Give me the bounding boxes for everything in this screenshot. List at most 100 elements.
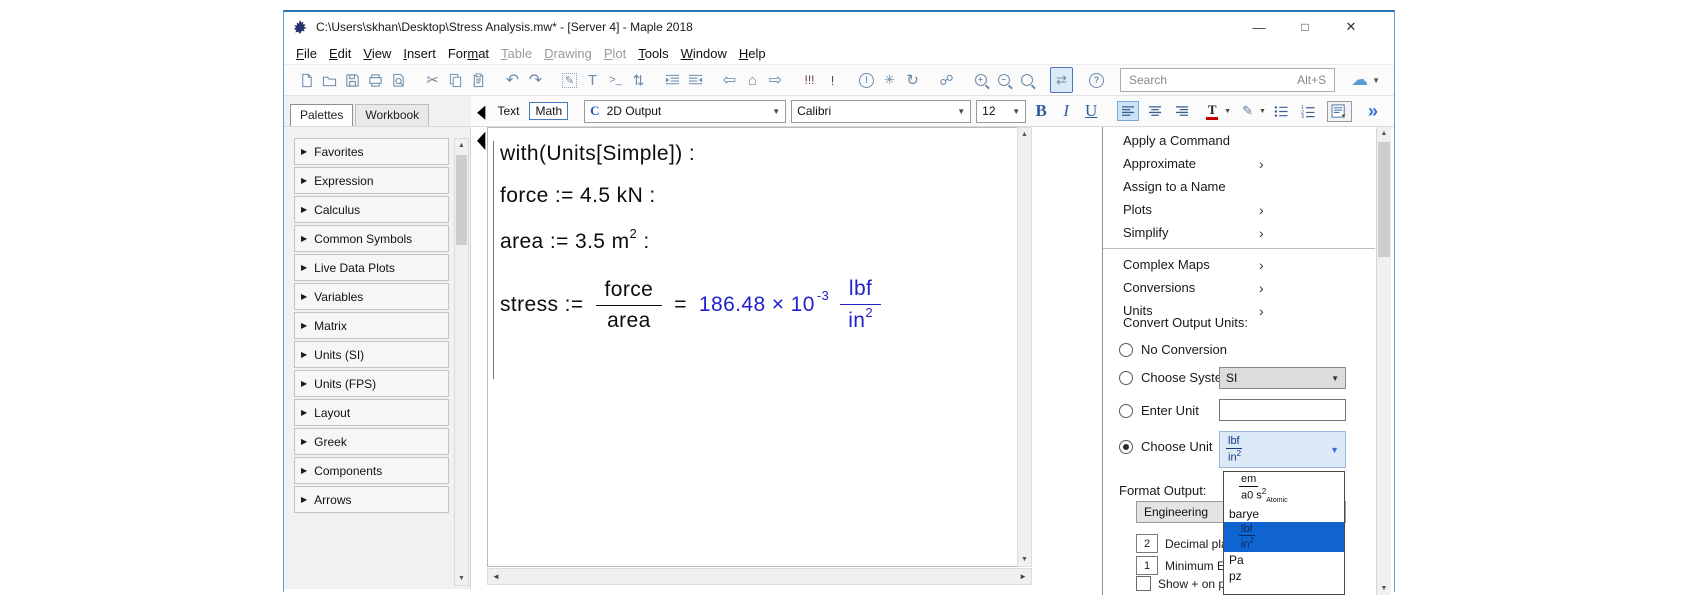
- math-line-force[interactable]: force := 4.5 kN :: [500, 184, 656, 208]
- font-size-combo[interactable]: 12 ▼: [976, 100, 1026, 123]
- interrupt-icon[interactable]: !: [856, 68, 877, 92]
- tab-workbook[interactable]: Workbook: [355, 104, 429, 126]
- scroll-down-icon[interactable]: ▼: [1018, 556, 1031, 563]
- palette-calculus[interactable]: ▶Calculus: [294, 196, 449, 223]
- collapse-palette-icon[interactable]: ◀: [477, 100, 485, 122]
- context-apply-a-command[interactable]: Apply a Command: [1103, 129, 1375, 152]
- scroll-up-icon[interactable]: ▲: [1018, 131, 1031, 138]
- restart-icon[interactable]: ↻: [902, 68, 923, 92]
- math-line-area[interactable]: area := 3.5 m2 :: [500, 228, 650, 254]
- radio-icon[interactable]: [1119, 404, 1133, 418]
- menu-format[interactable]: Format: [442, 44, 495, 63]
- radio-choose-unit[interactable]: Choose Unit: [1119, 439, 1213, 454]
- worksheet[interactable]: with(Units[Simple]) : force := 4.5 kN : …: [487, 127, 1017, 567]
- expand-panel-chevron[interactable]: »: [1368, 101, 1376, 122]
- scroll-right-icon[interactable]: ►: [1019, 572, 1027, 581]
- math-mode-button[interactable]: Math: [529, 102, 568, 120]
- math-line-with-units[interactable]: with(Units[Simple]) :: [500, 142, 695, 166]
- scroll-left-icon[interactable]: ◄: [492, 572, 500, 581]
- menu-window[interactable]: Window: [675, 44, 733, 63]
- unit-option-barye[interactable]: barye: [1224, 506, 1344, 522]
- unit-option-em[interactable]: ema0 s2Atomic: [1224, 472, 1344, 506]
- worksheet-vertical-scrollbar[interactable]: ▲ ▼: [1017, 127, 1032, 567]
- menu-edit[interactable]: Edit: [323, 44, 357, 63]
- palette-live-data-plots[interactable]: ▶Live Data Plots: [294, 254, 449, 281]
- help-icon[interactable]: ?: [1086, 68, 1107, 92]
- close-button[interactable]: ✕: [1328, 12, 1374, 42]
- insert-input-icon[interactable]: >_: [605, 68, 626, 92]
- forward-icon[interactable]: ⇨: [765, 68, 786, 92]
- choose-unit-combo[interactable]: lbf in2 ▼: [1219, 431, 1346, 468]
- scroll-thumb[interactable]: [456, 155, 467, 245]
- undo-icon[interactable]: ↶: [502, 68, 523, 92]
- palette-common-symbols[interactable]: ▶Common Symbols: [294, 225, 449, 252]
- scroll-up-icon[interactable]: ▲: [1377, 130, 1391, 137]
- context-assign-to-a-name[interactable]: Assign to a Name: [1103, 175, 1375, 198]
- debug-icon[interactable]: ✳: [879, 68, 900, 92]
- home-icon[interactable]: ⌂: [742, 68, 763, 92]
- radio-enter-unit[interactable]: Enter Unit: [1119, 403, 1199, 418]
- style-combo[interactable]: C 2D Output ▼: [584, 100, 786, 123]
- scroll-up-icon[interactable]: ▲: [455, 142, 468, 149]
- math-line-stress[interactable]: stress := force area = 186.48 × 10-3 lbf…: [500, 276, 882, 335]
- palette-scrollbar[interactable]: ▲ ▼: [454, 138, 469, 586]
- align-center-button[interactable]: [1144, 101, 1166, 121]
- menu-help[interactable]: Help: [733, 44, 772, 63]
- execute-all-icon[interactable]: !!!: [799, 68, 820, 92]
- text-mode-button[interactable]: Text: [492, 102, 524, 120]
- unit-option-lbf[interactable]: lbfin2: [1224, 522, 1344, 553]
- palette-expression[interactable]: ▶Expression: [294, 167, 449, 194]
- radio-selected-icon[interactable]: [1119, 440, 1133, 454]
- radio-choose-system[interactable]: Choose System: [1119, 370, 1233, 385]
- execute-current-icon[interactable]: !: [822, 68, 843, 92]
- underline-button[interactable]: U: [1081, 101, 1101, 121]
- hyperlink-icon[interactable]: ☍: [936, 68, 957, 92]
- scroll-down-icon[interactable]: ▼: [1377, 585, 1391, 592]
- print-preview-icon[interactable]: [388, 68, 409, 92]
- highlight-pen-icon[interactable]: ✎: [1242, 103, 1253, 119]
- font-color-button[interactable]: T: [1206, 103, 1218, 120]
- copy-icon[interactable]: [445, 68, 466, 92]
- print-icon[interactable]: [365, 68, 386, 92]
- context-panel-toggle-button[interactable]: [1327, 101, 1352, 122]
- open-icon[interactable]: [319, 68, 340, 92]
- palette-arrows[interactable]: ▶Arrows: [294, 486, 449, 513]
- menu-insert[interactable]: Insert: [397, 44, 442, 63]
- new-document-icon[interactable]: [296, 68, 317, 92]
- palette-collapse-handle[interactable]: ◀: [477, 125, 485, 154]
- context-simplify[interactable]: Simplify›: [1103, 221, 1375, 244]
- enter-unit-input[interactable]: [1219, 399, 1346, 421]
- scroll-thumb[interactable]: [1378, 142, 1390, 257]
- align-left-button[interactable]: [1117, 101, 1139, 121]
- unit-option-pa[interactable]: Pa: [1224, 552, 1344, 568]
- context-conversions[interactable]: Conversions›: [1103, 276, 1375, 299]
- redo-icon[interactable]: ↷: [525, 68, 546, 92]
- panel-scrollbar[interactable]: ▲ ▼: [1376, 127, 1391, 595]
- palette-matrix[interactable]: ▶Matrix: [294, 312, 449, 339]
- menu-file[interactable]: File: [290, 44, 323, 63]
- insert-annotation-icon[interactable]: ✎: [559, 68, 580, 92]
- font-combo[interactable]: Calibri ▼: [791, 100, 971, 123]
- cut-icon[interactable]: ✂: [422, 68, 443, 92]
- palette-components[interactable]: ▶Components: [294, 457, 449, 484]
- radio-icon[interactable]: [1119, 343, 1133, 357]
- context-complex-maps[interactable]: Complex Maps›: [1103, 253, 1375, 276]
- system-combo[interactable]: SI ▼: [1219, 367, 1346, 389]
- back-icon[interactable]: ⇦: [719, 68, 740, 92]
- context-approximate[interactable]: Approximate›: [1103, 152, 1375, 175]
- palette-greek[interactable]: ▶Greek: [294, 428, 449, 455]
- scroll-down-icon[interactable]: ▼: [455, 575, 468, 582]
- zoom-reset-icon[interactable]: [1016, 68, 1037, 92]
- menu-tools[interactable]: Tools: [632, 44, 674, 63]
- insert-text-icon[interactable]: T: [582, 68, 603, 92]
- minimum-exponent-input[interactable]: 1: [1136, 556, 1158, 575]
- bullet-list-button[interactable]: [1271, 101, 1293, 121]
- show-plus-checkbox[interactable]: [1136, 576, 1151, 591]
- palette-variables[interactable]: ▶Variables: [294, 283, 449, 310]
- search-input[interactable]: Search Alt+S: [1120, 68, 1335, 92]
- zoom-in-icon[interactable]: +: [970, 68, 991, 92]
- numbered-list-button[interactable]: 123: [1298, 101, 1320, 121]
- maplecloud-button[interactable]: ☁ ▼: [1351, 70, 1380, 90]
- palette-favorites[interactable]: ▶Favorites: [294, 138, 449, 165]
- align-right-button[interactable]: [1171, 101, 1193, 121]
